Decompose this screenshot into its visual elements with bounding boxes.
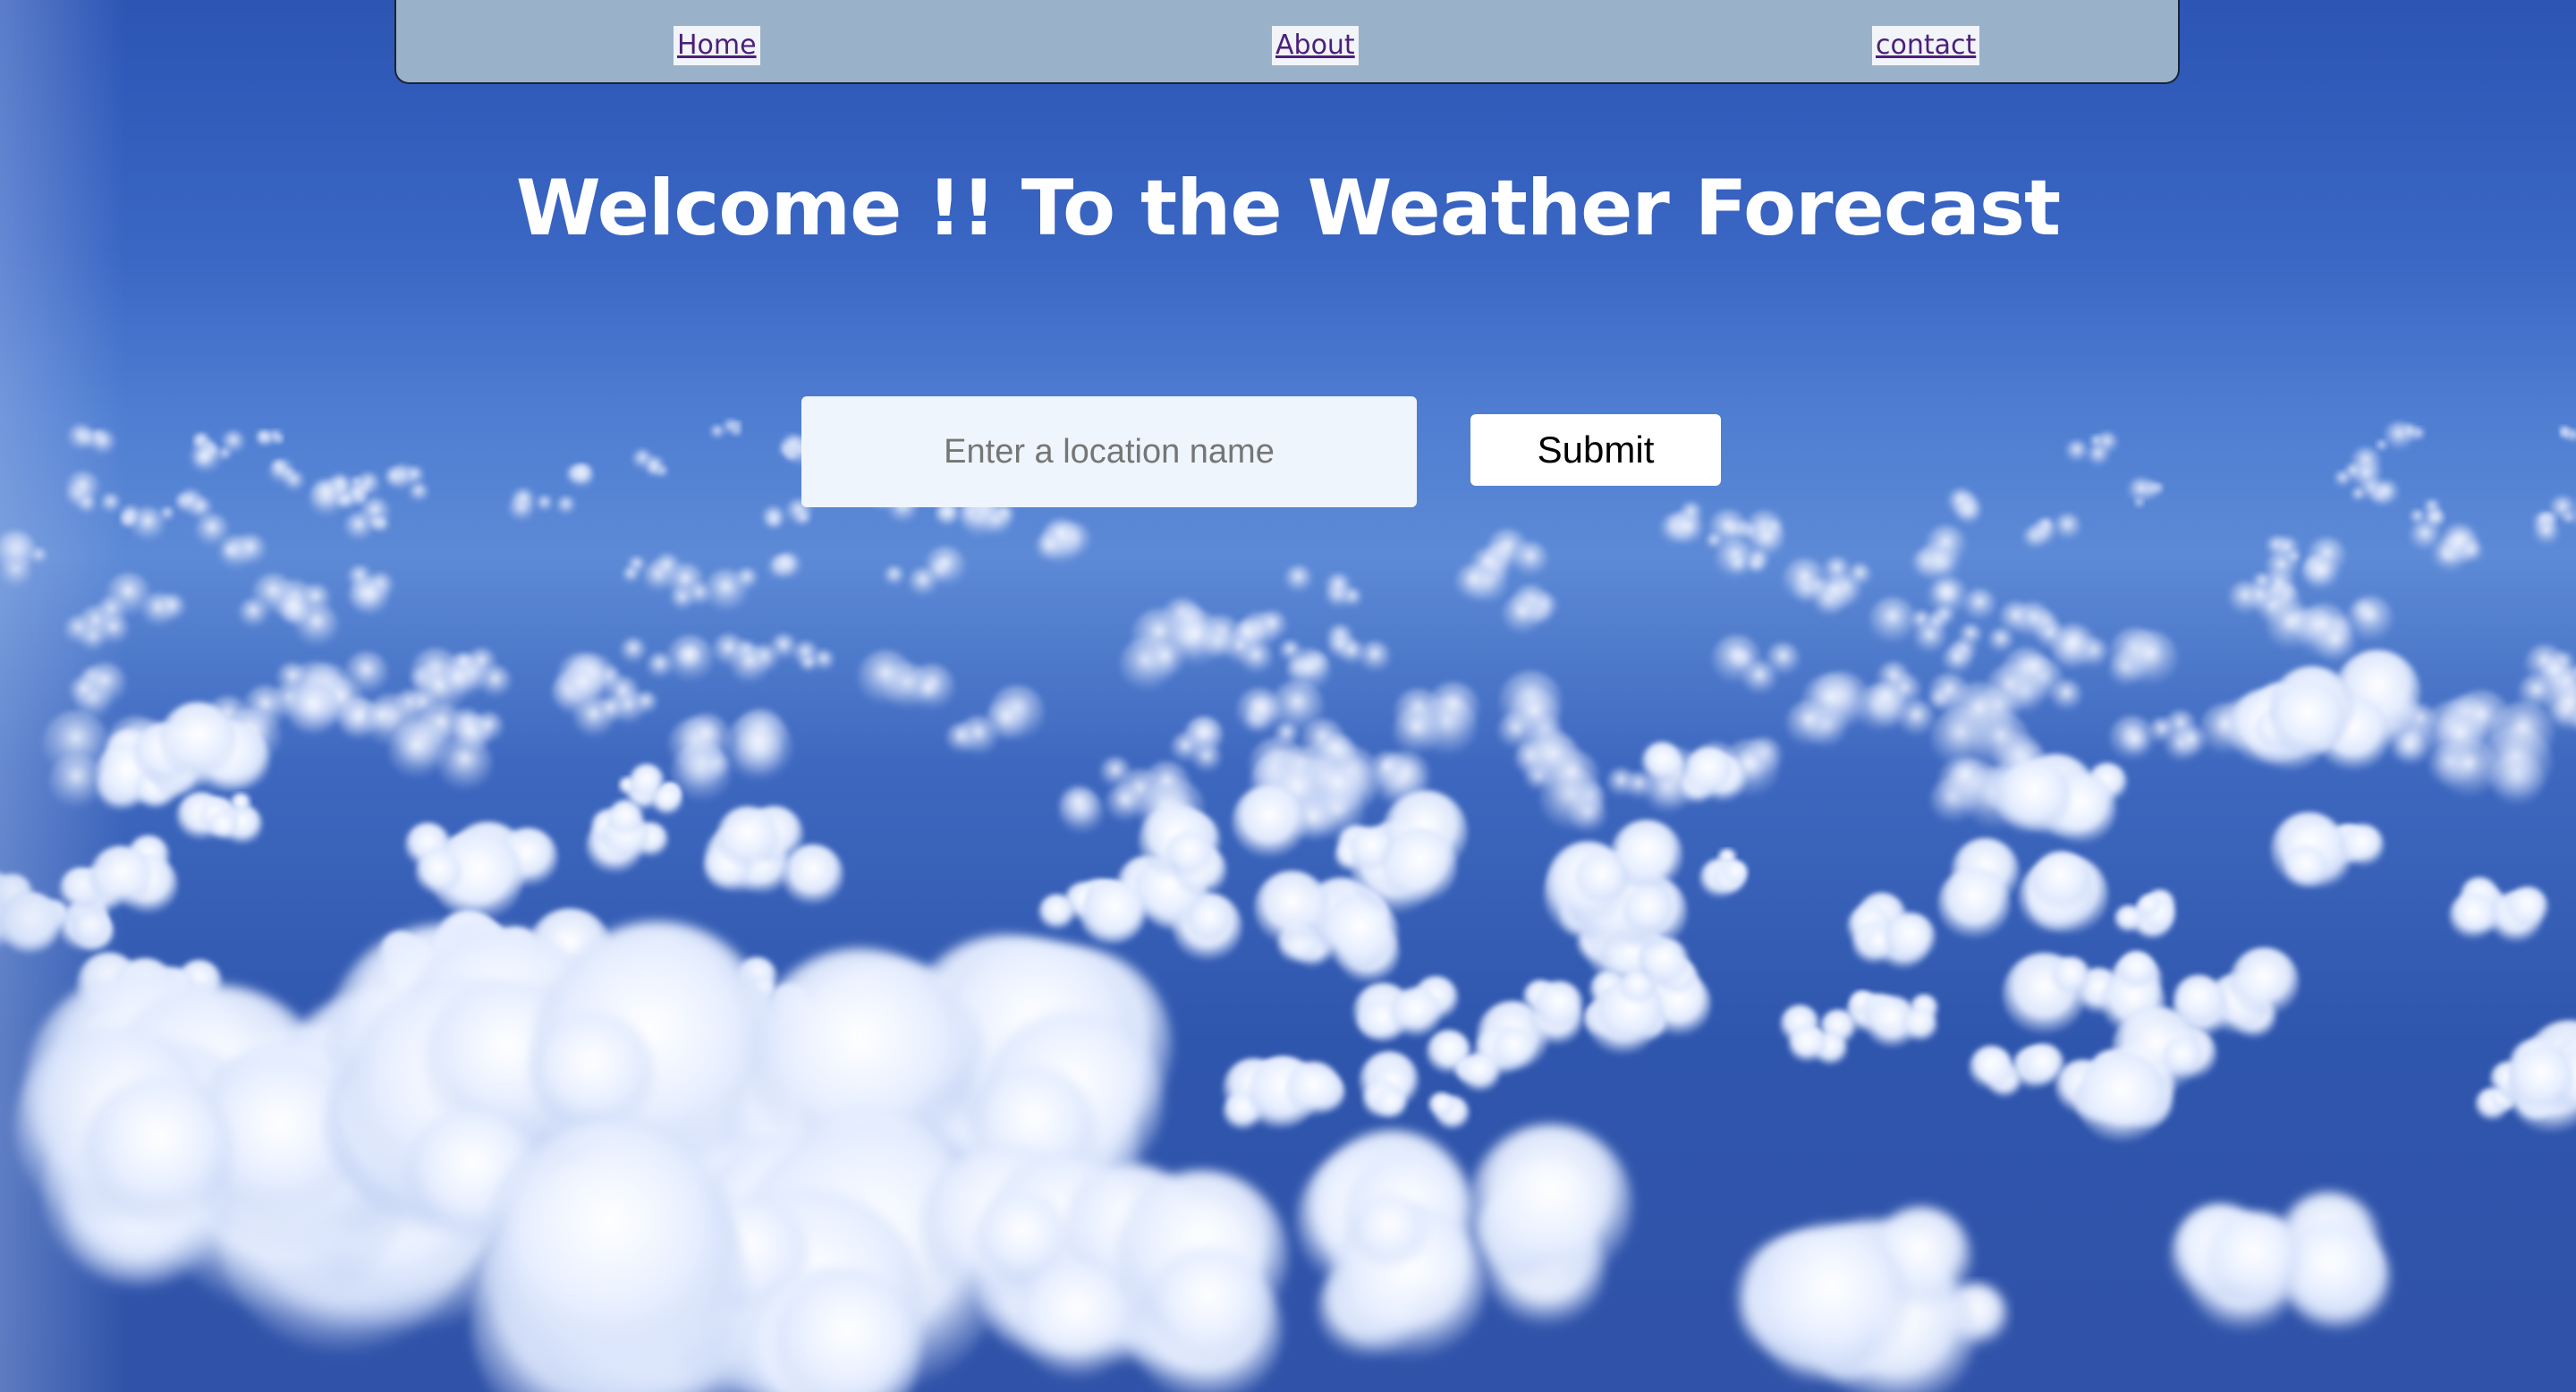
- nav-link-contact[interactable]: contact: [1872, 26, 1980, 65]
- submit-button[interactable]: Submit: [1470, 414, 1721, 486]
- top-navbar: Home About contact: [394, 0, 2180, 84]
- page-title: Welcome !! To the Weather Forecast: [515, 164, 2061, 253]
- nav-link-about[interactable]: About: [1272, 26, 1359, 65]
- location-search-input[interactable]: [801, 396, 1417, 507]
- nav-link-home[interactable]: Home: [674, 26, 760, 65]
